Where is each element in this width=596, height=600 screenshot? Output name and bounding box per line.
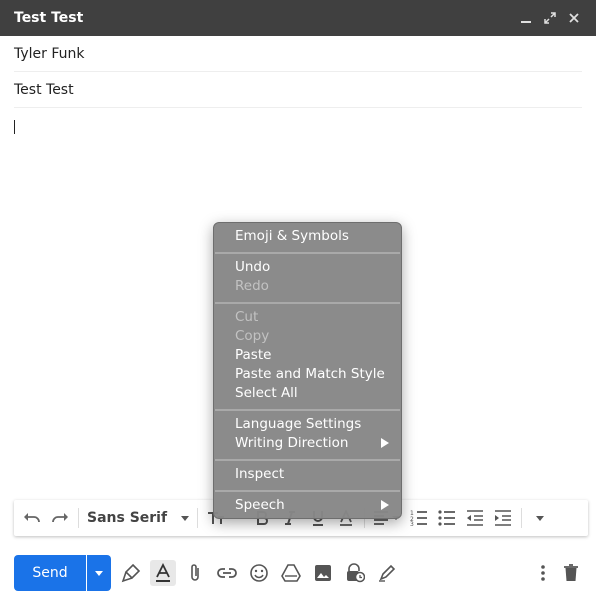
indent-more-icon[interactable] [489,504,517,532]
signature-icon[interactable] [374,560,400,586]
svg-text:3: 3 [410,521,414,526]
bulleted-list-icon[interactable] [433,504,461,532]
numbered-list-icon[interactable]: 123 [405,504,433,532]
menu-item-writing-direction[interactable]: Writing Direction [235,434,349,453]
menu-item-select-all[interactable]: Select All [235,384,298,403]
toolbar-divider [521,508,522,528]
indent-less-icon[interactable] [461,504,489,532]
menu-item-language-settings[interactable]: Language Settings [235,415,361,434]
submenu-arrow-icon [381,438,389,448]
menu-separator [215,252,400,254]
link-icon[interactable] [214,560,240,586]
menu-separator [215,302,400,304]
subject-field[interactable]: Test Test [14,72,582,108]
toolbar-divider [78,508,79,528]
text-caret [14,120,15,134]
compose-titlebar[interactable]: Test Test [0,0,596,36]
chevron-down-icon [536,515,544,521]
minimize-icon[interactable] [514,6,538,30]
menu-item-undo[interactable]: Undo [235,258,270,277]
menu-item-speech[interactable]: Speech [235,496,285,515]
menu-item-inspect[interactable]: Inspect [235,465,284,484]
formatting-options-icon[interactable] [118,560,144,586]
menu-item-copy: Copy [235,328,270,344]
subject-text: Test Test [14,81,74,98]
menu-separator [215,490,400,492]
trash-icon[interactable] [558,560,584,586]
context-menu: Emoji & Symbols Undo Redo Cut Copy Paste… [213,222,402,519]
chevron-down-icon [181,515,189,521]
chevron-down-icon [95,570,103,576]
menu-item-paste-match-style[interactable]: Paste and Match Style [235,365,385,384]
more-options-icon[interactable] [530,560,556,586]
menu-separator [215,409,400,411]
recipients-field[interactable]: Tyler Funk [14,36,582,72]
text-color-icon[interactable] [150,560,176,586]
menu-separator [215,459,400,461]
menu-item-paste[interactable]: Paste [235,346,271,365]
recipient-chip[interactable]: Tyler Funk [14,46,85,62]
send-label: Send [32,565,68,581]
font-family-select[interactable]: Sans Serif [83,510,193,526]
compose-title: Test Test [14,10,84,26]
fullscreen-icon[interactable] [538,6,562,30]
menu-item-redo: Redo [235,278,269,294]
schedule-send-button[interactable] [87,555,111,591]
attach-icon[interactable] [182,560,208,586]
menu-item-emoji-symbols[interactable]: Emoji & Symbols [235,227,349,246]
close-icon[interactable] [562,6,586,30]
redo-icon[interactable] [46,504,74,532]
font-family-label: Sans Serif [87,510,168,526]
submenu-arrow-icon [381,500,389,510]
send-button[interactable]: Send [14,555,86,591]
menu-item-cut: Cut [235,309,259,325]
emoji-icon[interactable] [246,560,272,586]
toolbar-divider [197,508,198,528]
photo-icon[interactable] [310,560,336,586]
more-formatting-icon[interactable] [526,504,554,532]
undo-icon[interactable] [18,504,46,532]
drive-icon[interactable] [278,560,304,586]
confidential-icon[interactable] [342,560,368,586]
